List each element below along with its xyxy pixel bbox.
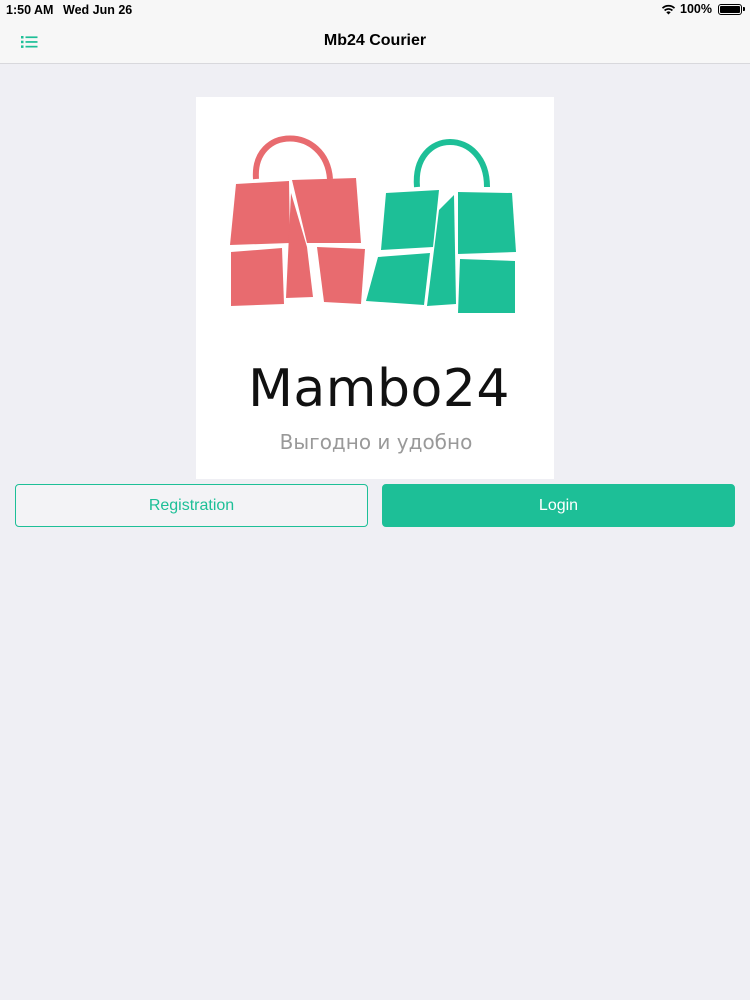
status-indicators: 100% [661, 2, 745, 16]
status-date: Wed Jun 26 [63, 3, 133, 17]
status-time: 1:50 AM [6, 3, 54, 17]
battery-icon [718, 3, 745, 15]
shopping-bags-logo-icon [230, 135, 516, 313]
brand-logo: Mambo24 Выгодно и удобно [196, 97, 554, 479]
registration-button[interactable]: Registration [15, 484, 368, 527]
brand-name: Mambo24 [248, 359, 510, 419]
status-bar: 1:50 AM Wed Jun 26 100% [0, 0, 750, 20]
wifi-icon [661, 4, 676, 15]
page-title: Mb24 Courier [323, 32, 427, 49]
brand-tagline: Выгодно и удобно [279, 430, 473, 454]
navigation-bar: Mb24 Courier [0, 20, 750, 64]
battery-percent: 100% [680, 2, 712, 16]
login-button[interactable]: Login [382, 484, 735, 527]
